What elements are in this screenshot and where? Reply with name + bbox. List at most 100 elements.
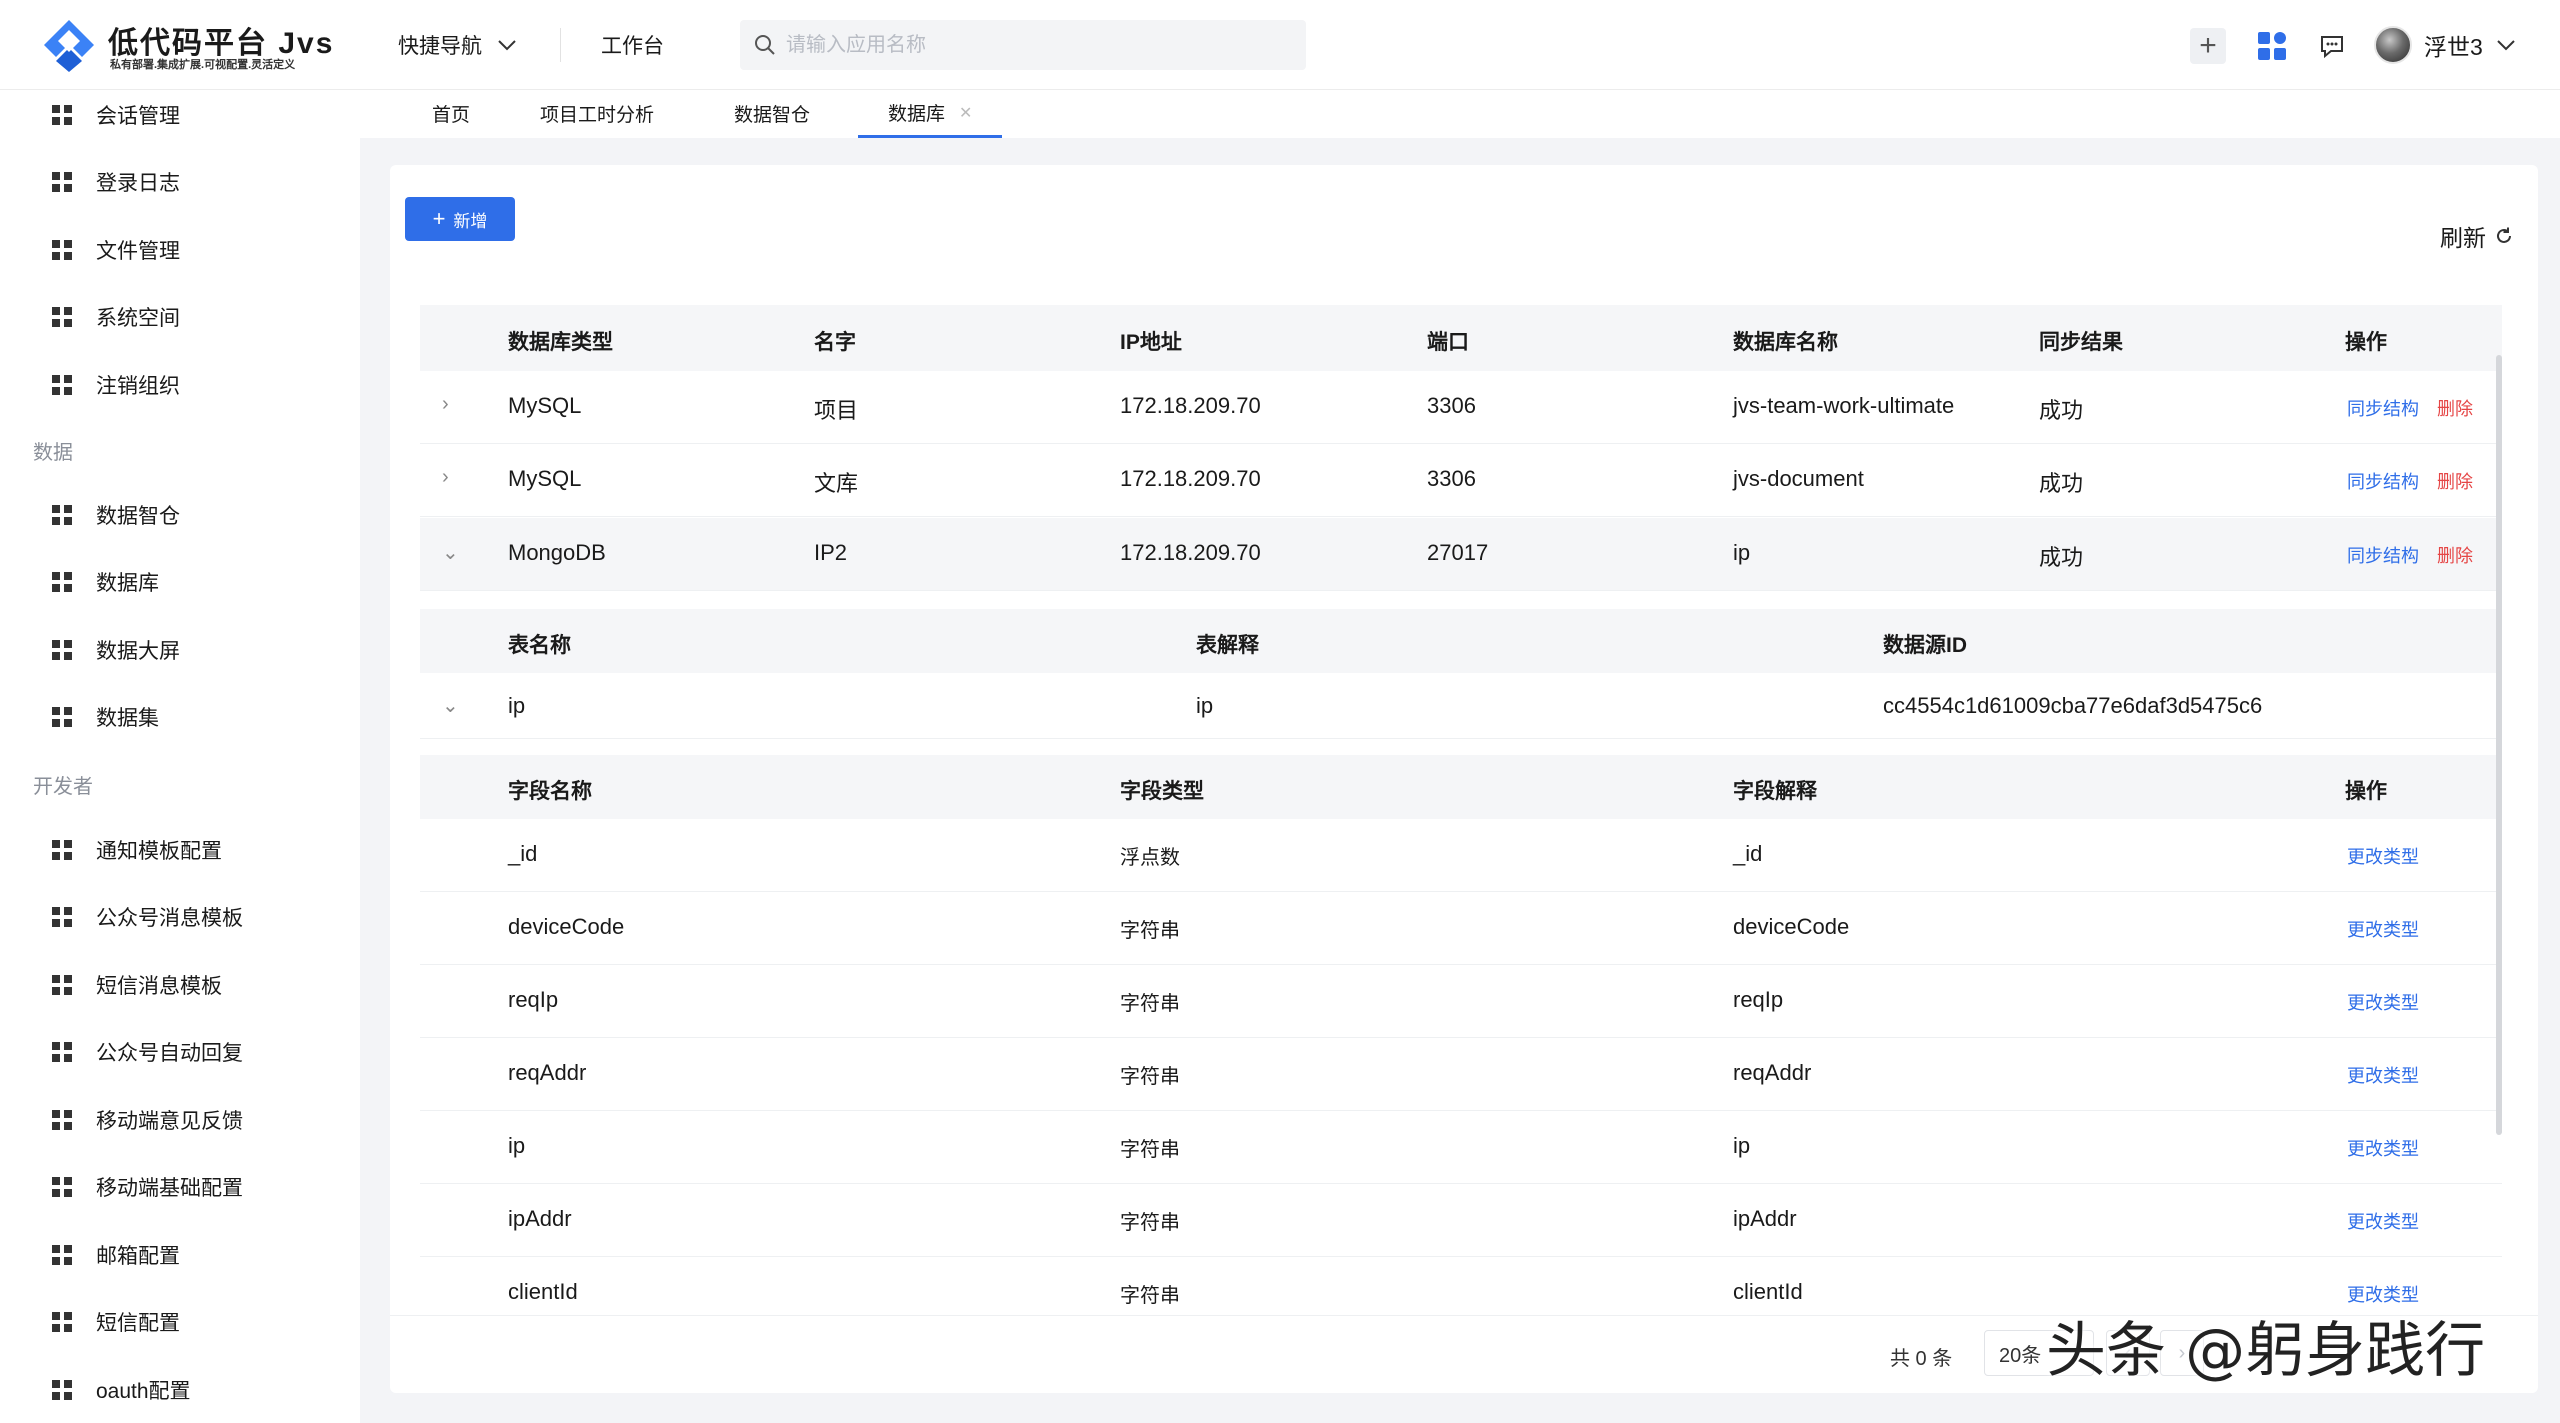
column-header: 操作 (2345, 780, 2387, 803)
cell-field-comment: _id (1733, 841, 1763, 866)
sync-structure-link[interactable]: 同步结构 (2347, 542, 2419, 568)
close-icon[interactable]: ✕ (959, 103, 972, 123)
grid-icon (52, 840, 72, 860)
user-menu[interactable]: 浮世3 (2374, 26, 2517, 64)
message-icon[interactable] (2314, 28, 2350, 64)
sidebar-item-label: 移动端基础配置 (96, 1177, 243, 1200)
change-type-link[interactable]: 更改类型 (2347, 989, 2419, 1015)
sidebar-item[interactable]: 数据大屏 (52, 630, 180, 670)
logo[interactable]: 低代码平台 Jvs 私有部署.集成扩展.可视配置.灵活定义 (40, 16, 340, 76)
grid-icon (52, 375, 72, 395)
table-row[interactable]: › MySQL 项目 172.18.209.70 3306 jvs-team-w… (420, 371, 2502, 444)
cell-field-type: 浮点数 (1120, 847, 1180, 869)
grid-icon (52, 240, 72, 260)
column-header: 字段类型 (1120, 780, 1204, 803)
sub-table-row[interactable]: ⌄ ip ip cc4554c1d61009cba77e6daf3d5475c6 (420, 673, 2502, 739)
refresh-button[interactable]: 刷新 (2440, 219, 2514, 253)
column-header: 数据库名称 (1733, 331, 1838, 354)
delete-link[interactable]: 删除 (2437, 395, 2473, 421)
plus-icon: + (432, 206, 446, 231)
sidebar-item-label: 数据智仓 (96, 505, 180, 528)
cell-sync-result: 成功 (2039, 471, 2084, 496)
refresh-icon (2497, 227, 2511, 243)
sidebar-item[interactable]: 公众号消息模板 (52, 897, 243, 937)
cell-field-name: clientId (508, 1279, 578, 1304)
table-row[interactable]: ⌄ MongoDB IP2 172.18.209.70 27017 ip 成功 … (420, 518, 2502, 591)
change-type-link[interactable]: 更改类型 (2347, 1208, 2419, 1234)
table-row[interactable]: › MySQL 文库 172.18.209.70 3306 jvs-docume… (420, 444, 2502, 517)
sidebar-item[interactable]: 短信配置 (52, 1302, 180, 1342)
search-input[interactable] (786, 33, 1266, 57)
logo-subtitle: 私有部署.集成扩展.可视配置.灵活定义 (110, 59, 296, 71)
change-type-link[interactable]: 更改类型 (2347, 1135, 2419, 1161)
column-header: 字段名称 (508, 780, 592, 803)
sidebar-item-label: 数据集 (96, 707, 159, 730)
chevron-down-icon (498, 40, 516, 51)
add-button[interactable]: + 新增 (405, 197, 515, 241)
sidebar-item-label: 系统空间 (96, 307, 180, 330)
sidebar-item[interactable]: oauth配置 (52, 1370, 191, 1410)
sidebar-item[interactable]: 通知模板配置 (52, 830, 222, 870)
sidebar-item-label: 移动端意见反馈 (96, 1110, 243, 1133)
sidebar-item[interactable]: 移动端基础配置 (52, 1167, 243, 1207)
cell-ip: 172.18.209.70 (1120, 466, 1261, 491)
sidebar-item[interactable]: 系统空间 (52, 297, 180, 337)
apps-grid-icon[interactable] (2254, 28, 2290, 64)
sync-structure-link[interactable]: 同步结构 (2347, 395, 2419, 421)
user-name: 浮世3 (2424, 34, 2483, 60)
sidebar-item[interactable]: 登录日志 (52, 162, 180, 202)
cell-field-comment: reqIp (1733, 987, 1784, 1012)
sidebar-item[interactable]: 移动端意见反馈 (52, 1100, 243, 1140)
cell-field-name: ip (508, 1133, 526, 1158)
tab-home[interactable]: 首页 (432, 90, 470, 136)
sidebar-item[interactable]: 短信消息模板 (52, 965, 222, 1005)
sidebar-item[interactable]: 会话管理 (52, 95, 180, 135)
page-tabs: 首页 项目工时分析 数据智仓 数据库 ✕ (360, 90, 2560, 138)
quick-nav-label: 快捷导航 (398, 35, 482, 58)
cell-ip: 172.18.209.70 (1120, 540, 1261, 565)
delete-link[interactable]: 删除 (2437, 468, 2473, 494)
chevron-down-icon[interactable]: ⌄ (442, 540, 459, 565)
table-scrollbar[interactable] (2496, 355, 2502, 1135)
tab-label: 数据库 (888, 104, 946, 125)
tab-project-hours[interactable]: 项目工时分析 (540, 90, 654, 136)
sidebar-item[interactable]: 公众号自动回复 (52, 1032, 243, 1072)
field-row: reqAddr 字符串 reqAddr 更改类型 (420, 1038, 2502, 1111)
grid-icon (52, 172, 72, 192)
column-header: IP地址 (1120, 331, 1182, 354)
sidebar-item-label: 邮箱配置 (96, 1245, 180, 1268)
quick-nav-dropdown[interactable]: 快捷导航 (398, 30, 518, 60)
cell-port: 3306 (1427, 393, 1476, 418)
sidebar-item-label: 公众号消息模板 (96, 907, 243, 930)
change-type-link[interactable]: 更改类型 (2347, 1062, 2419, 1088)
db-table-header: 数据库类型 名字 IP地址 端口 数据库名称 同步结果 操作 (420, 305, 2502, 371)
plus-icon[interactable]: + (2190, 28, 2226, 64)
cell-field-name: ipAddr (508, 1206, 572, 1231)
chevron-down-icon[interactable]: ⌄ (442, 693, 459, 718)
app-search[interactable] (740, 20, 1306, 70)
chevron-right-icon[interactable]: › (442, 393, 449, 416)
column-header: 表解释 (1196, 634, 1259, 657)
tab-database[interactable]: 数据库 ✕ (858, 90, 1003, 138)
grid-icon (52, 707, 72, 727)
sidebar-item-label: 公众号自动回复 (96, 1042, 243, 1065)
sidebar-item[interactable]: 数据库 (52, 562, 159, 602)
grid-icon (52, 1042, 72, 1062)
field-row: ipAddr 字符串 ipAddr 更改类型 (420, 1184, 2502, 1257)
tab-data-warehouse[interactable]: 数据智仓 (734, 90, 810, 136)
change-type-link[interactable]: 更改类型 (2347, 843, 2419, 869)
sidebar-item[interactable]: 邮箱配置 (52, 1235, 180, 1275)
delete-link[interactable]: 删除 (2437, 542, 2473, 568)
sync-structure-link[interactable]: 同步结构 (2347, 468, 2419, 494)
cell-db-type: MySQL (508, 466, 582, 491)
add-button-label: 新增 (453, 211, 488, 231)
sidebar-item[interactable]: 文件管理 (52, 230, 180, 270)
sidebar-item[interactable]: 数据智仓 (52, 495, 180, 535)
workbench-link[interactable]: 工作台 (601, 30, 664, 60)
sidebar-item[interactable]: 注销组织 (52, 365, 180, 405)
grid-icon (52, 105, 72, 125)
chevron-right-icon[interactable]: › (442, 466, 449, 489)
sidebar-item[interactable]: 数据集 (52, 697, 159, 737)
change-type-link[interactable]: 更改类型 (2347, 916, 2419, 942)
cell-field-comment: deviceCode (1733, 914, 1850, 939)
